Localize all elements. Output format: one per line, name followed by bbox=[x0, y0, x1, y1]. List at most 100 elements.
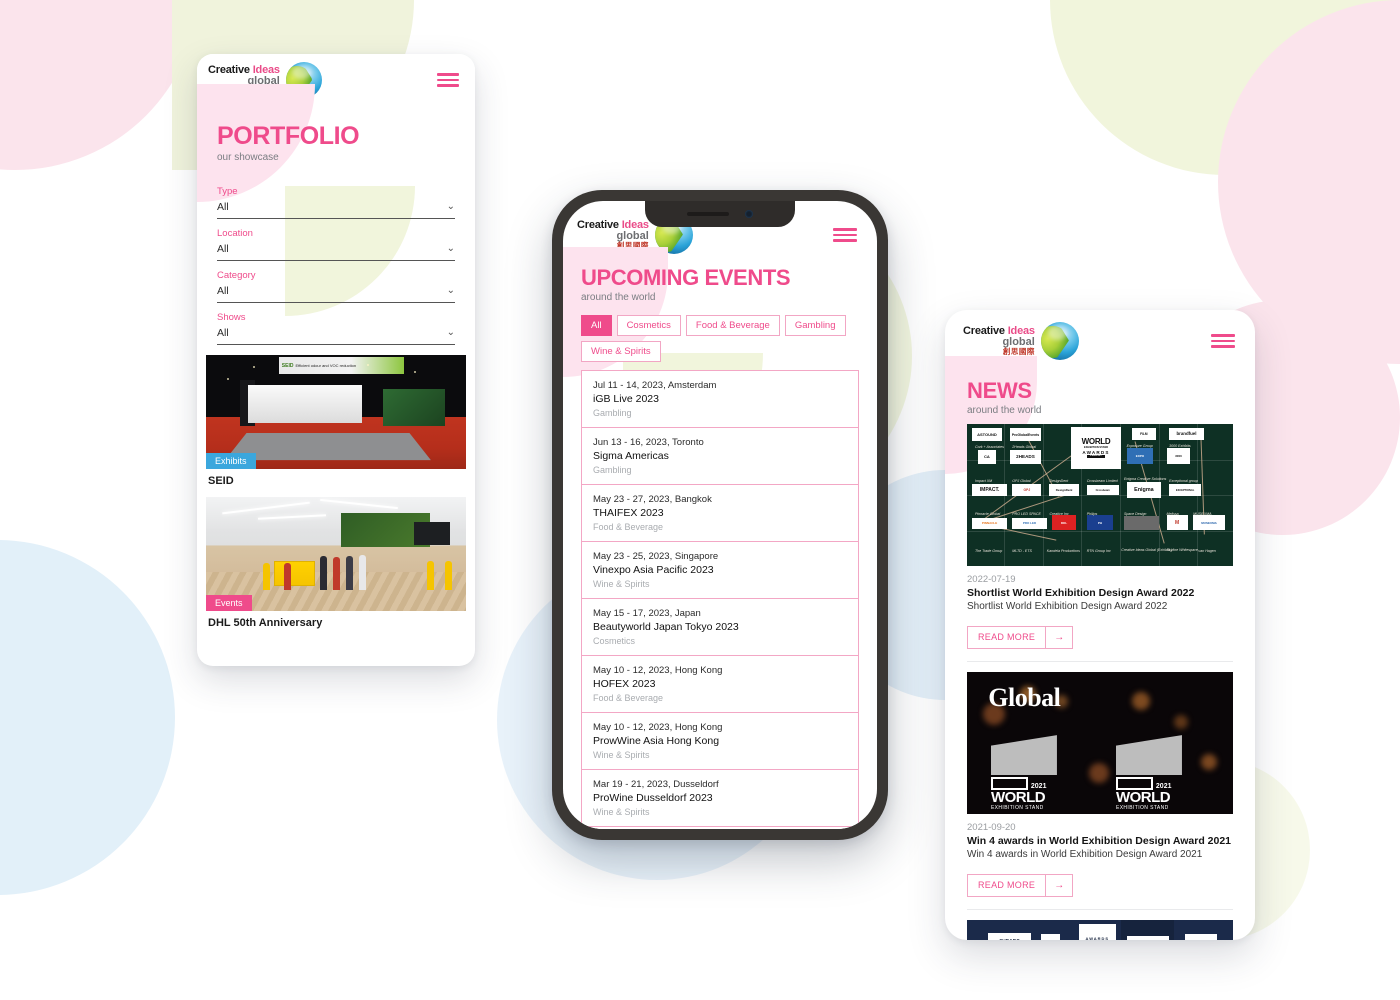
trophy-title: WORLD bbox=[1115, 789, 1171, 807]
event-category: Wine & Spirits bbox=[593, 750, 650, 760]
read-more-label: READ MORE bbox=[978, 632, 1036, 642]
page-subtitle: around the world bbox=[581, 292, 656, 303]
news-title: Shortlist World Exhibition Design Award … bbox=[967, 587, 1195, 599]
decorative-circle-blue-bottom-left bbox=[0, 540, 175, 895]
event-name: THAIFEX 2023 bbox=[593, 507, 664, 519]
event-category: Gambling bbox=[593, 465, 632, 475]
filter-chip-gambling[interactable]: Gambling bbox=[784, 315, 846, 336]
chevron-down-icon[interactable]: ⌄ bbox=[447, 327, 455, 338]
filter-chip-wine-spirits[interactable]: Wine & Spirits bbox=[581, 341, 661, 362]
brand-ideas-text: Ideas bbox=[1007, 324, 1035, 337]
event-name: HOFEX 2023 bbox=[593, 678, 656, 690]
news-title: Win 4 awards in World Exhibition Design … bbox=[967, 835, 1232, 847]
photo-banner-logo: SEID bbox=[281, 362, 294, 369]
read-more-label: READ MORE bbox=[978, 880, 1036, 890]
filter-chip-all[interactable]: All bbox=[581, 315, 612, 336]
event-date: May 10 - 12, 2023, Hong Kong bbox=[593, 665, 723, 676]
event-name: Beautyworld Japan Tokyo 2023 bbox=[593, 621, 739, 633]
filter-type[interactable]: Type All ⌄ bbox=[217, 177, 455, 219]
page-title: UPCOMING EVENTS bbox=[581, 265, 791, 290]
chevron-down-icon[interactable]: ⌄ bbox=[447, 201, 455, 212]
brand-creative-text: Creative bbox=[208, 63, 250, 76]
navy-awards-logos-strip: 2HEADS AWARDS ASTOUND bbox=[967, 920, 1233, 940]
event-category: Wine & Spirits bbox=[593, 807, 650, 817]
event-name: Sigma Americas bbox=[593, 450, 669, 462]
card-title: DHL 50th Anniversary bbox=[208, 617, 323, 629]
hamburger-menu-icon[interactable] bbox=[833, 228, 857, 242]
page-title: NEWS bbox=[967, 378, 1032, 403]
chevron-down-icon[interactable]: ⌄ bbox=[447, 243, 455, 254]
event-date: May 10 - 12, 2023, Hong Kong bbox=[593, 722, 723, 733]
event-name: iGB Live 2023 bbox=[593, 393, 659, 405]
filter-chip-food-beverage[interactable]: Food & Beverage bbox=[685, 315, 780, 336]
filter-value: All bbox=[217, 327, 229, 339]
event-date: Jul 11 - 14, 2023, Amsterdam bbox=[593, 380, 717, 391]
list-item[interactable]: May 23 - 25, 2023, Singapore Vinexpo Asi… bbox=[581, 541, 859, 598]
dhl-office-event-photo: Events bbox=[206, 497, 466, 611]
list-item[interactable]: May 10 - 12, 2023, Hong Kong ProwWine As… bbox=[581, 712, 859, 769]
list-item[interactable]: May 15 - 17, 2023, Japan Beautyworld Jap… bbox=[581, 598, 859, 655]
filter-label: Location bbox=[217, 228, 253, 239]
event-category: Food & Beverage bbox=[593, 522, 664, 532]
hamburger-menu-icon[interactable] bbox=[1211, 334, 1235, 348]
events-hero: UPCOMING EVENTS around the world bbox=[563, 247, 877, 493]
news-article[interactable]: ASTOUND ProGlobalEvents WORLD EXHIBITION… bbox=[967, 424, 1233, 657]
phone-notch bbox=[645, 201, 795, 227]
trophy-year: 2021 bbox=[1030, 783, 1047, 791]
filter-shows[interactable]: Shows All ⌄ bbox=[217, 303, 455, 345]
brand-ideas-text: Ideas bbox=[621, 218, 649, 231]
filter-label: Type bbox=[217, 186, 238, 197]
brand-logo[interactable]: Creative Ideas global 創思國際 bbox=[963, 322, 1079, 360]
decorative-circle-cream-top-right bbox=[1050, 0, 1400, 175]
brand-wordmark: Creative Ideas global 創思國際 bbox=[577, 218, 649, 250]
global-heading-text: Global bbox=[988, 683, 1061, 713]
filter-chip-cosmetics[interactable]: Cosmetics bbox=[616, 315, 681, 336]
filter-location[interactable]: Location All ⌄ bbox=[217, 219, 455, 261]
news-list: ASTOUND ProGlobalEvents WORLD EXHIBITION… bbox=[945, 424, 1255, 940]
news-article[interactable]: 2HEADS AWARDS ASTOUND bbox=[967, 920, 1233, 940]
decorative-circle-pink-top-left bbox=[0, 0, 200, 170]
trophy-year: 2021 bbox=[1155, 783, 1172, 791]
trophy-title: WORLD bbox=[990, 789, 1046, 807]
filter-value: All bbox=[217, 243, 229, 255]
front-camera-icon bbox=[745, 210, 753, 218]
device-news: Creative Ideas global 創思國際 NEWS around t… bbox=[945, 310, 1255, 940]
hamburger-menu-icon[interactable] bbox=[437, 73, 459, 87]
event-category: Cosmetics bbox=[593, 636, 636, 646]
read-more-button[interactable]: READ MORE → bbox=[967, 626, 1074, 649]
list-item[interactable]: May 23 - 27, 2023, Bangkok THAIFEX 2023 … bbox=[581, 484, 859, 541]
brand-ideas-text: Ideas bbox=[252, 63, 280, 76]
decorative-circle-pink-top-right bbox=[1218, 0, 1400, 364]
filter-label: Category bbox=[217, 270, 256, 281]
list-item[interactable]: May 10 - 12, 2023, Hong Kong HOFEX 2023 … bbox=[581, 655, 859, 712]
news-article[interactable]: Global 2021 WORLD EXHIBITION STAND 2021 … bbox=[967, 672, 1233, 905]
list-item[interactable]: Jun 13 - 16, 2023, Toronto Sigma America… bbox=[581, 427, 859, 484]
portfolio-card[interactable]: Events DHL 50th Anniversary bbox=[206, 497, 466, 633]
list-item[interactable]: Mar 19 - 21, 2023, Dusseldorf ProWine Du… bbox=[581, 769, 859, 826]
brand-chinese-text: 創思國際 bbox=[1002, 347, 1035, 357]
status-badge: Events bbox=[206, 595, 252, 611]
filter-category[interactable]: Category All ⌄ bbox=[217, 261, 455, 303]
portfolio-card-list: SEID Efficient odour and VOC reduction Ex… bbox=[197, 345, 475, 633]
list-item[interactable]: Mar 16 - 18, 2023, Bologna bbox=[581, 826, 859, 829]
portfolio-card[interactable]: SEID Efficient odour and VOC reduction Ex… bbox=[206, 355, 466, 491]
news-date: 2022-07-19 bbox=[967, 574, 1016, 585]
event-category: Wine & Spirits bbox=[593, 579, 650, 589]
event-name: ProwWine Asia Hong Kong bbox=[593, 735, 720, 747]
brand-creative-text: Creative bbox=[577, 218, 619, 231]
event-date: Mar 19 - 21, 2023, Dusseldorf bbox=[593, 779, 719, 790]
event-category-filters: All Cosmetics Food & Beverage Gambling W… bbox=[563, 305, 877, 370]
trophy-subtitle: EXHIBITION STAND bbox=[1115, 805, 1169, 812]
event-name: ProWine Dusseldorf 2023 bbox=[593, 792, 713, 804]
device-upcoming-events: Creative Ideas global 創思國際 UPCOMING EVEN… bbox=[552, 190, 888, 840]
arrow-right-icon: → bbox=[1045, 875, 1072, 896]
speaker-icon bbox=[687, 212, 729, 216]
page-subtitle: around the world bbox=[967, 405, 1042, 416]
exhibition-booth-photo: SEID Efficient odour and VOC reduction Ex… bbox=[206, 355, 466, 469]
globe-orb-icon bbox=[1040, 322, 1079, 360]
read-more-button[interactable]: READ MORE → bbox=[967, 874, 1074, 897]
chevron-down-icon[interactable]: ⌄ bbox=[447, 285, 455, 296]
event-category: Gambling bbox=[593, 408, 632, 418]
list-item[interactable]: Jul 11 - 14, 2023, Amsterdam iGB Live 20… bbox=[581, 370, 859, 427]
filter-value: All bbox=[217, 285, 229, 297]
